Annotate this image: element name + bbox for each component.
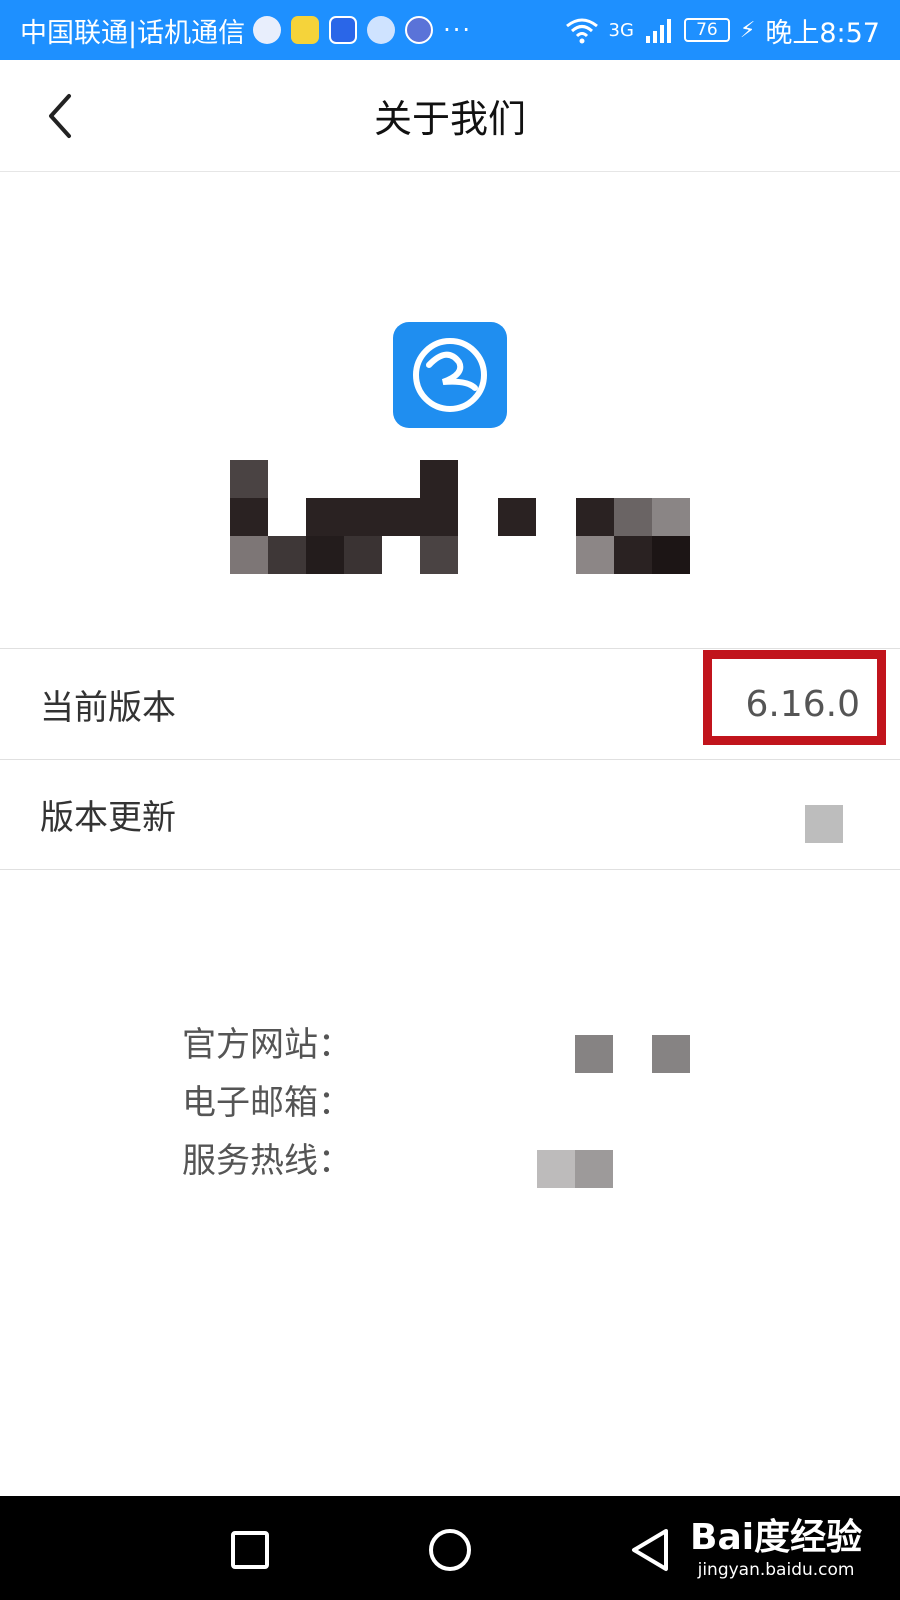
carrier-name: 中国联通|话机通信 bbox=[20, 17, 246, 49]
battery-icon: 76 bbox=[683, 18, 730, 42]
status-bar: 中国联通|话机通信 ··· 3G 76 ⚡ 晚上8:57 bbox=[0, 0, 900, 60]
nav-back-button[interactable] bbox=[620, 1520, 680, 1580]
overflow-dots: ··· bbox=[443, 16, 472, 44]
recents-button[interactable] bbox=[220, 1520, 280, 1580]
website-mosaic bbox=[652, 1035, 690, 1073]
baidu-watermark: Bai度经验 jingyan.baidu.com bbox=[690, 1508, 862, 1580]
header-bar: 关于我们 bbox=[0, 60, 900, 172]
charging-icon: ⚡ bbox=[739, 17, 756, 43]
highlight-box bbox=[703, 650, 886, 745]
chevron-left-icon bbox=[49, 94, 71, 138]
version-update-label: 版本更新 bbox=[40, 798, 176, 838]
clock: 晚上8:57 bbox=[765, 17, 880, 49]
app-name-mosaic bbox=[230, 460, 690, 575]
signal-icon bbox=[645, 19, 671, 43]
website-label: 官方网站： bbox=[182, 1025, 352, 1065]
back-button[interactable] bbox=[30, 86, 90, 146]
hotline-mosaic bbox=[537, 1150, 575, 1188]
chat-bubble-icon bbox=[367, 16, 396, 44]
circle-icon bbox=[429, 1529, 471, 1571]
version-update-row[interactable]: 版本更新 bbox=[0, 759, 900, 870]
app-icon-2 bbox=[291, 16, 320, 44]
contact-info: 官方网站： 电子邮箱： 服务热线： bbox=[182, 1022, 352, 1196]
page-title: 关于我们 bbox=[373, 97, 526, 141]
email-label: 电子邮箱： bbox=[182, 1083, 352, 1123]
app-logo-icon bbox=[393, 322, 507, 428]
clock-app-icon bbox=[405, 16, 434, 44]
hotline-mosaic bbox=[575, 1150, 613, 1188]
update-status-mosaic bbox=[805, 805, 843, 843]
triangle-back-icon bbox=[632, 1529, 668, 1571]
network-type: 3G bbox=[608, 19, 634, 41]
watermark-logo: Bai度经验 bbox=[690, 1517, 863, 1558]
square-icon bbox=[231, 1531, 269, 1569]
notification-icons: ··· bbox=[253, 16, 472, 44]
home-button[interactable] bbox=[420, 1520, 480, 1580]
watermark-url: jingyan.baidu.com bbox=[697, 1560, 855, 1580]
current-version-label: 当前版本 bbox=[40, 687, 176, 728]
website-mosaic bbox=[575, 1035, 613, 1073]
lightbulb-icon bbox=[329, 16, 358, 44]
wifi-icon bbox=[565, 18, 598, 44]
app-icon-1 bbox=[253, 16, 282, 44]
hotline-label: 服务热线： bbox=[182, 1141, 352, 1181]
